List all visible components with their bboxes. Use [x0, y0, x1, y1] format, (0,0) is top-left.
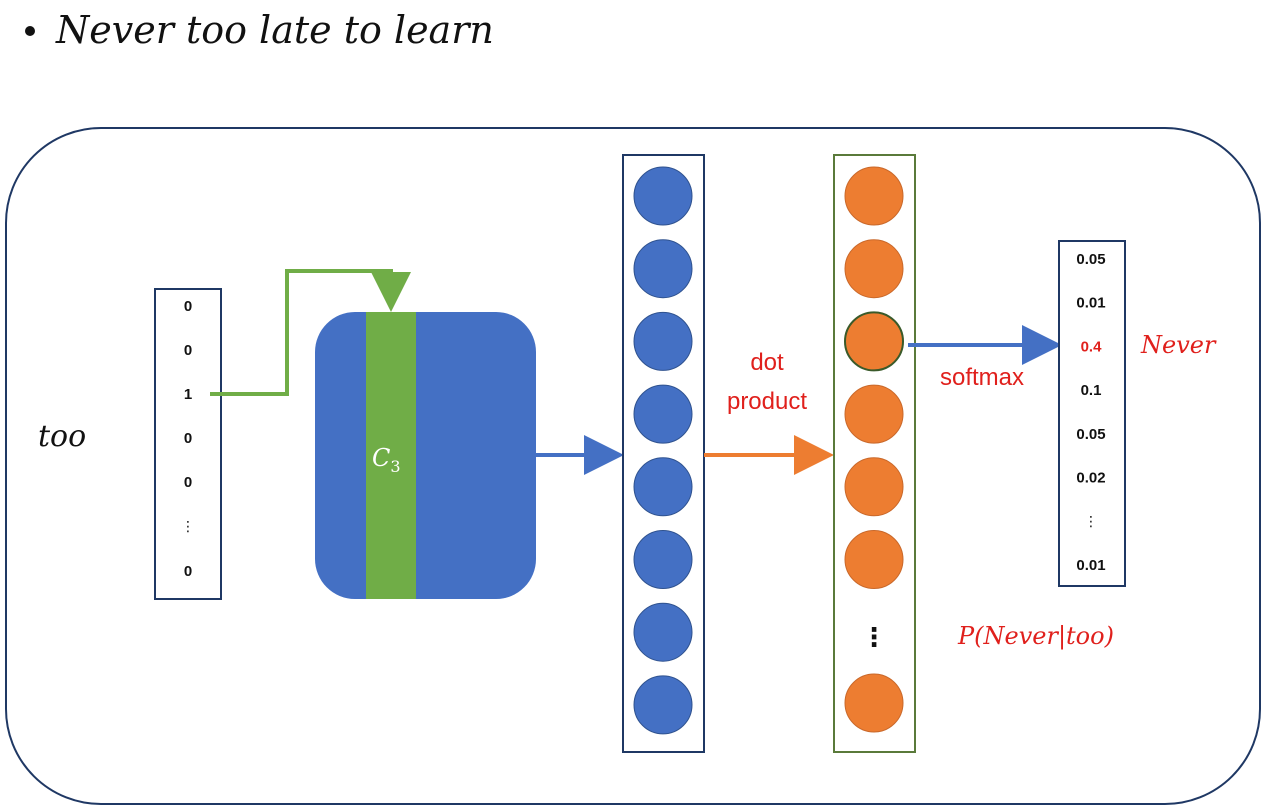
- embedding-matrix: C3: [315, 312, 536, 599]
- output-node: [844, 457, 904, 517]
- dot-product-label: dot: [750, 349, 784, 376]
- probability-vector: 0.05 0.01 0.4 0.1 0.05 0.02 ⋮ 0.01: [1058, 240, 1126, 587]
- probability-value: 0.01: [1076, 557, 1105, 574]
- hidden-node: [633, 675, 693, 735]
- probability-value: 0.02: [1076, 470, 1105, 487]
- probability-value: 0.4: [1081, 338, 1103, 355]
- embedding-matrix-body: [315, 312, 536, 599]
- hidden-node: [633, 457, 693, 517]
- output-layer-ellipsis: ⋮: [861, 623, 887, 653]
- output-layer: ⋮: [833, 154, 916, 753]
- output-node: [844, 311, 904, 372]
- one-hot-ellipsis: ⋮: [181, 519, 195, 535]
- one-hot-value: 0: [184, 474, 192, 491]
- dot-product-label: product: [727, 388, 807, 415]
- probability-value: 0.05: [1076, 251, 1105, 268]
- output-node: [844, 530, 904, 589]
- output-node: [844, 673, 904, 733]
- word2vec-diagram: Never too late to learn too 0 0 1 0 0 ⋮ …: [5, 8, 1261, 805]
- one-hot-value: 0: [184, 430, 192, 447]
- input-word: too: [38, 419, 86, 454]
- hidden-node: [633, 166, 693, 226]
- one-hot-value: 0: [184, 342, 192, 359]
- hidden-node: [633, 239, 693, 299]
- probability-box: [1058, 240, 1126, 587]
- hidden-node: [633, 384, 693, 444]
- output-node: [844, 239, 904, 299]
- title-bullet: [25, 26, 35, 36]
- one-hot-vector: 0 0 1 0 0 ⋮ 0: [154, 288, 222, 600]
- one-hot-value: 0: [184, 298, 192, 315]
- probability-value: 0.1: [1081, 382, 1102, 399]
- page-title: Never too late to learn: [55, 8, 494, 52]
- probability-value: 0.01: [1076, 295, 1105, 312]
- probability-value: 0.05: [1076, 426, 1105, 443]
- one-hot-value: 0: [184, 563, 192, 580]
- probability-ellipsis: ⋮: [1084, 514, 1098, 530]
- one-hot-value: 1: [184, 386, 192, 403]
- hidden-node: [633, 602, 693, 662]
- title-group: Never too late to learn: [25, 8, 494, 52]
- conditional-probability: P(Never|too): [957, 622, 1114, 651]
- output-node: [844, 384, 904, 444]
- softmax-label: softmax: [940, 364, 1024, 391]
- hidden-layer: [622, 154, 705, 753]
- output-node: [844, 166, 904, 226]
- hidden-node: [633, 311, 693, 371]
- predicted-word: Never: [1140, 331, 1217, 359]
- hidden-node: [633, 530, 693, 589]
